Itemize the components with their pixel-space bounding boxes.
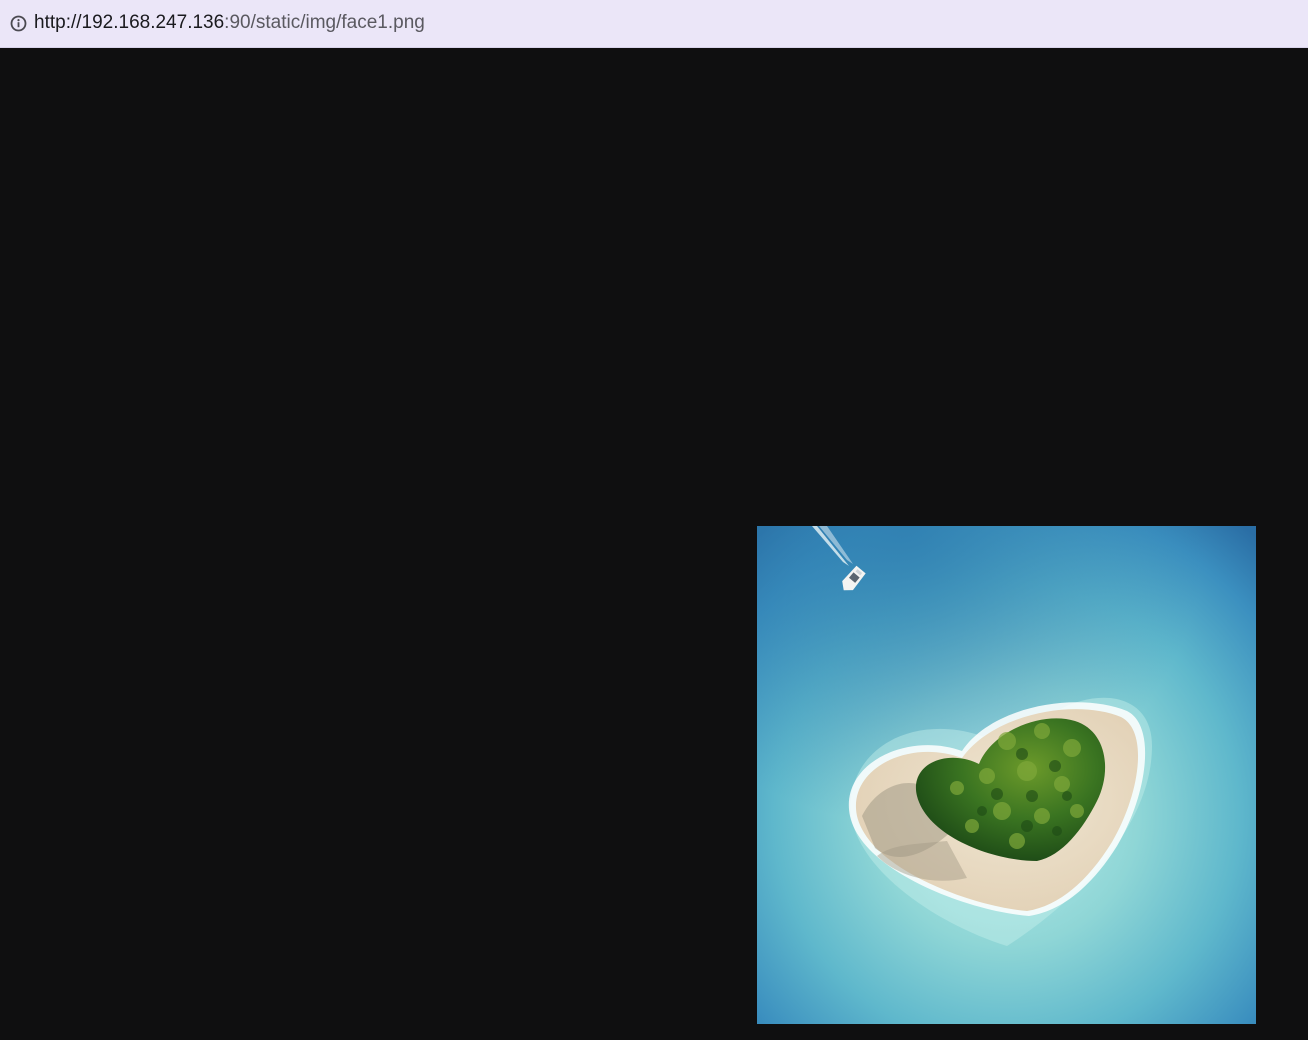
url-path: :90/static/img/face1.png [224, 12, 425, 33]
address-bar[interactable]: http://192.168.247.136:90/static/img/fac… [0, 0, 1308, 48]
displayed-image[interactable] [757, 526, 1256, 1024]
info-icon[interactable] [10, 15, 27, 32]
url-field[interactable]: http://192.168.247.136:90/static/img/fac… [34, 11, 425, 35]
url-host: http://192.168.247.136 [34, 12, 225, 33]
